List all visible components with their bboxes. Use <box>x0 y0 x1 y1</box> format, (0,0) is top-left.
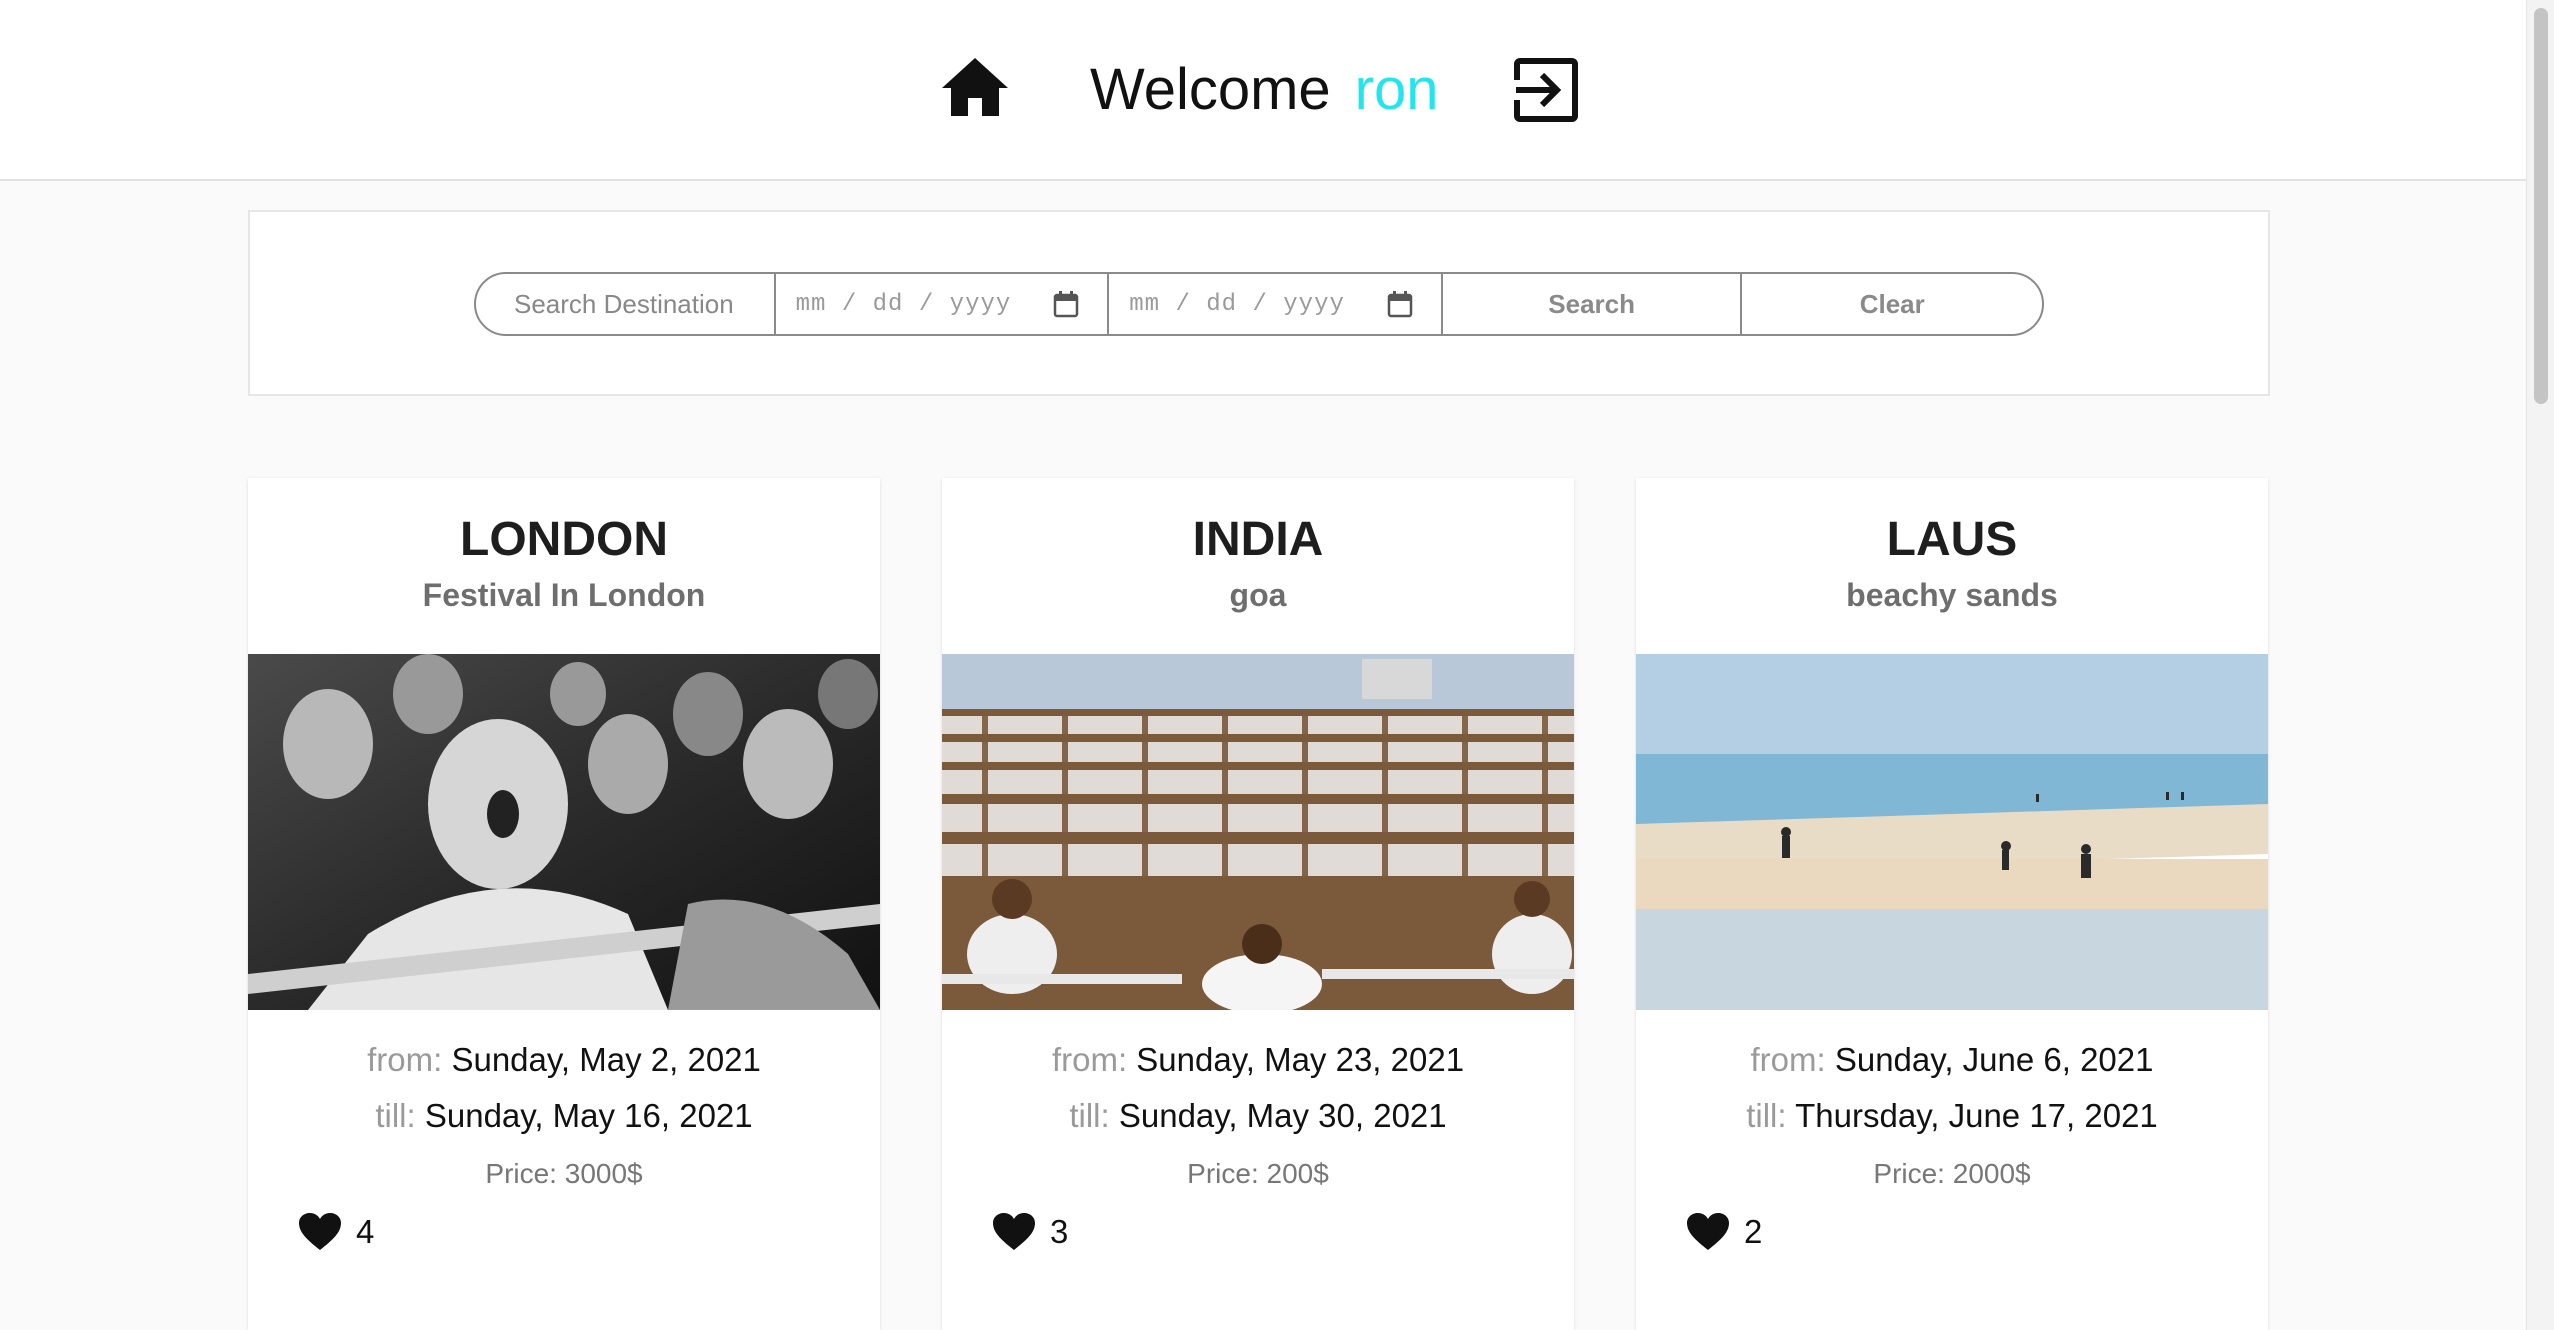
search-bar: mm / dd / yyyy mm / dd / yyyy Search Cle… <box>474 272 2044 336</box>
till-date-field[interactable]: mm / dd / yyyy <box>1109 274 1443 334</box>
username: ron <box>1354 57 1439 122</box>
search-button[interactable]: Search <box>1443 274 1743 334</box>
trip-title: LONDON <box>460 513 668 566</box>
likes-count: 3 <box>1050 1213 1069 1250</box>
till-date-value: Thursday, June 17, 2021 <box>1795 1097 2158 1134</box>
from-date-value: Sunday, June 6, 2021 <box>1834 1041 2154 1078</box>
trip-from-date: from: Sunday, May 23, 2021 <box>942 1038 1574 1082</box>
from-label: from: <box>1051 1041 1128 1078</box>
from-label: from: <box>367 1041 443 1078</box>
calendar-icon[interactable] <box>1053 290 1079 318</box>
till-date-value: Sunday, May 16, 2021 <box>424 1097 753 1134</box>
trip-till-date: till: Sunday, May 30, 2021 <box>942 1094 1574 1138</box>
trip-price: Price: 3000$ <box>485 1158 643 1189</box>
trip-price: Price: 200$ <box>1187 1158 1329 1189</box>
likes-count: 2 <box>1744 1213 1763 1250</box>
from-date-value: Sunday, May 23, 2021 <box>1136 1041 1465 1078</box>
trip-image-london <box>248 654 880 1010</box>
trip-title: INDIA <box>1192 513 1324 566</box>
trip-from-date: from: Sunday, June 6, 2021 <box>1636 1038 2268 1082</box>
search-destination-input[interactable] <box>512 287 766 321</box>
till-date-value: Sunday, May 30, 2021 <box>1118 1097 1447 1134</box>
heart-icon[interactable] <box>1686 1212 1730 1252</box>
till-date-placeholder: mm / dd / yyyy <box>1129 290 1345 318</box>
welcome-message: Welcome ron <box>1090 55 1439 125</box>
trip-till-date: till: Sunday, May 16, 2021 <box>248 1094 880 1138</box>
clear-button[interactable]: Clear <box>1742 274 2042 334</box>
till-label: till: <box>375 1097 416 1134</box>
calendar-icon[interactable] <box>1387 290 1413 318</box>
trip-price: Price: 2000$ <box>1873 1158 2031 1189</box>
likes: 3 <box>992 1212 1068 1252</box>
trip-title: LAUS <box>1886 513 2018 566</box>
trip-subtitle: Festival In London <box>422 577 706 613</box>
likes: 2 <box>1686 1212 1762 1252</box>
logout-icon[interactable] <box>1514 58 1578 122</box>
from-date-placeholder: mm / dd / yyyy <box>795 290 1012 318</box>
trip-till-date: till: Thursday, June 17, 2021 <box>1636 1094 2268 1138</box>
from-label: from: <box>1750 1041 1826 1078</box>
scrollbar-thumb[interactable] <box>2534 8 2548 404</box>
likes: 4 <box>298 1212 374 1252</box>
trip-image-laus <box>1636 654 2268 1010</box>
page-scrollbar[interactable] <box>2526 0 2554 1330</box>
trip-from-date: from: Sunday, May 2, 2021 <box>248 1038 880 1082</box>
welcome-text: Welcome <box>1090 57 1331 122</box>
trip-card-london[interactable]: LONDON Festival In London from: Sunday, … <box>248 478 880 1330</box>
top-header: Welcome ron <box>0 0 2526 181</box>
till-label: till: <box>1746 1097 1787 1134</box>
destination-field-wrapper <box>476 274 776 334</box>
heart-icon[interactable] <box>992 1212 1036 1252</box>
trip-subtitle: beachy sands <box>1846 577 2058 613</box>
from-date-field[interactable]: mm / dd / yyyy <box>776 274 1110 334</box>
from-date-value: Sunday, May 2, 2021 <box>451 1041 761 1078</box>
page: Welcomeron mm / dd / yyyy mm / dd / <box>0 0 2554 1330</box>
till-label: till: <box>1069 1097 1110 1134</box>
home-icon[interactable] <box>940 56 1010 118</box>
trip-subtitle: goa <box>1229 577 1287 613</box>
trip-card-india[interactable]: INDIA goa from: Sunday, May 23, 2021 til… <box>942 478 1574 1330</box>
trip-card-laus[interactable]: LAUS beachy sands from: Sunday, June 6, … <box>1636 478 2268 1330</box>
heart-icon[interactable] <box>298 1212 342 1252</box>
likes-count: 4 <box>356 1213 375 1250</box>
trip-image-india <box>942 654 1574 1010</box>
